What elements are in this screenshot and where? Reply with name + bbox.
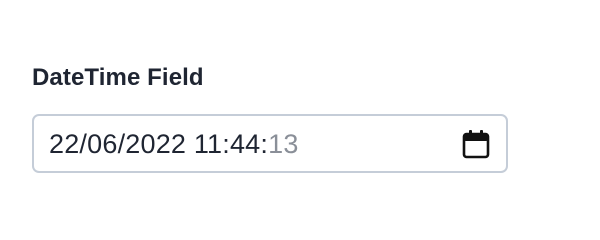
datetime-input[interactable]: 22/06/2022 11:44:13 — [32, 114, 508, 173]
datetime-value[interactable]: 22/06/2022 11:44:13 — [49, 128, 299, 160]
datetime-value-separator: : — [260, 128, 269, 159]
datetime-value-seconds[interactable]: 13 — [268, 129, 298, 159]
datetime-field: DateTime Field 22/06/2022 11:44:13 — [32, 62, 508, 173]
calendar-icon — [462, 129, 490, 158]
datetime-value-main[interactable]: 22/06/2022 11:44 — [49, 129, 260, 159]
field-label: DateTime Field — [32, 64, 204, 91]
calendar-picker-button[interactable] — [460, 128, 492, 160]
